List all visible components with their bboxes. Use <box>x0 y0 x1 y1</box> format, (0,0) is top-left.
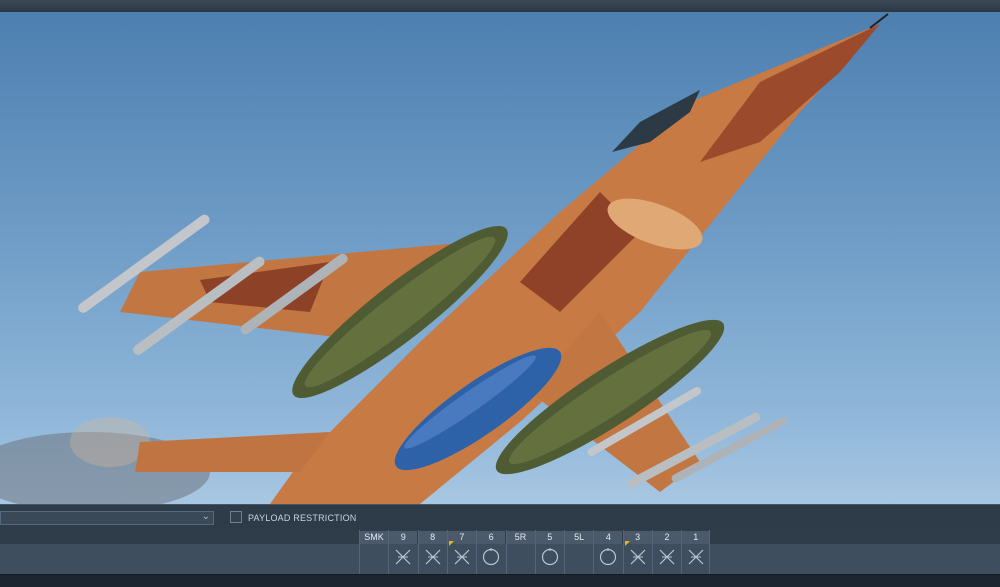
aircraft-preview-viewport[interactable] <box>0 12 1000 504</box>
loadout-controls: ⌄ PAYLOAD RESTRICTION <box>0 504 1000 531</box>
missile-x-icon <box>395 549 411 565</box>
pylon-label: 2 <box>653 531 681 544</box>
payload-restriction-label: PAYLOAD RESTRICTION <box>248 513 357 523</box>
pylon-station-5[interactable]: 5 <box>534 530 564 574</box>
pylon-station-7[interactable]: 7 <box>446 530 476 574</box>
pylon-station-3[interactable]: 3 <box>622 530 652 574</box>
missile-x-icon <box>688 549 704 565</box>
pitot-tube <box>869 13 889 29</box>
tank-circle-icon <box>600 548 617 566</box>
pylon-label: SMK <box>360 531 388 544</box>
pylon-label: 5R <box>506 531 535 544</box>
missile-x-icon <box>454 549 470 565</box>
pylon-label: 9 <box>389 531 418 544</box>
pylon-station-2[interactable]: 2 <box>652 530 681 574</box>
pylon-station-5l[interactable]: 5L <box>564 530 594 574</box>
pylon-station-9[interactable]: 9 <box>388 530 418 574</box>
horizontal-stabilizer <box>135 432 330 472</box>
pylon-label: 5 <box>535 531 564 544</box>
pylon-label: 8 <box>418 531 447 544</box>
pylon-station-6[interactable]: 6 <box>476 530 506 574</box>
payload-restriction-checkbox[interactable] <box>230 511 242 523</box>
chevron-down-icon: ⌄ <box>201 511 210 522</box>
pylon-station-smk[interactable]: SMK <box>359 530 388 574</box>
warning-flag-icon <box>448 541 454 546</box>
aircraft-preview-render <box>0 13 889 504</box>
pylon-label: 5L <box>565 531 594 544</box>
pylon-label: 4 <box>594 531 623 544</box>
missile-x-icon <box>630 549 646 565</box>
missile-x-icon <box>659 549 675 565</box>
tank-circle-icon <box>483 548 500 566</box>
pylon-label: 1 <box>682 531 710 544</box>
pylon-station-5r[interactable]: 5R <box>505 530 535 574</box>
pylon-station-1[interactable]: 1 <box>681 530 711 574</box>
pylon-station-8[interactable]: 8 <box>417 530 447 574</box>
warning-flag-icon <box>624 541 630 546</box>
loadout-dropdown[interactable]: ⌄ <box>0 511 214 525</box>
bottom-status-bar <box>0 574 1000 587</box>
pylon-label: 6 <box>477 531 506 544</box>
tank-circle-icon <box>541 548 558 566</box>
missile-x-icon <box>425 549 441 565</box>
pylon-station-4[interactable]: 4 <box>593 530 623 574</box>
pylon-panel: SMK 9 8 7 6 5R 5 5L 4 3 2 1 <box>0 530 1000 574</box>
